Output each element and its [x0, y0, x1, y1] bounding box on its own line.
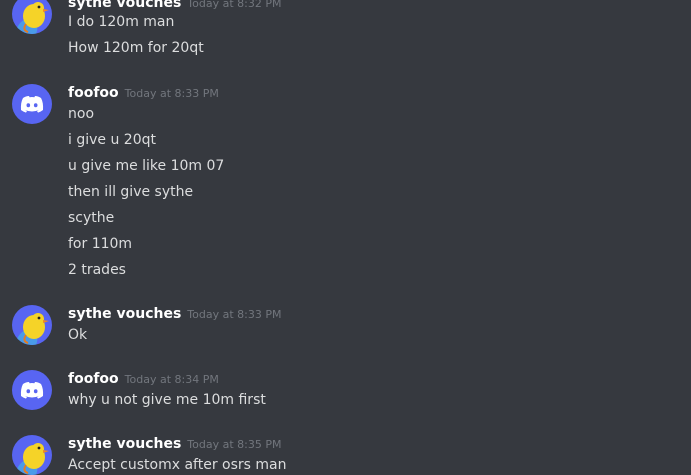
message-header: foofoo Today at 8:34 PM	[68, 368, 219, 388]
message-text: 2 trades	[68, 262, 126, 278]
duck-avatar-icon	[12, 305, 52, 345]
message-text: How 120m for 20qt	[68, 40, 204, 56]
timestamp: Today at 8:32 PM	[187, 0, 282, 10]
message-text: why u not give me 10m first	[68, 392, 266, 408]
message-header: sythe vouches Today at 8:32 PM	[68, 0, 281, 12]
message-text: u give me like 10m 07	[68, 158, 225, 174]
timestamp: Today at 8:33 PM	[124, 87, 219, 100]
message-text: Ok	[68, 327, 88, 343]
chat-message-list: sythe vouches Today at 8:32 PM I do 120m …	[0, 0, 691, 475]
user-avatar[interactable]	[12, 370, 52, 410]
message-header: foofoo Today at 8:33 PM	[68, 82, 219, 102]
message-text: noo	[68, 106, 95, 122]
message-text: scythe	[68, 210, 115, 226]
message-text: I do 120m man	[68, 14, 175, 30]
message-text: i give u 20qt	[68, 132, 156, 148]
discord-logo-icon	[12, 84, 52, 124]
timestamp: Today at 8:34 PM	[124, 373, 219, 386]
username[interactable]: sythe vouches	[68, 436, 181, 452]
message-text: then ill give sythe	[68, 184, 194, 200]
timestamp: Today at 8:35 PM	[187, 438, 282, 451]
message-header: sythe vouches Today at 8:33 PM	[68, 303, 281, 323]
duck-avatar-icon	[12, 435, 52, 475]
username[interactable]: sythe vouches	[68, 306, 181, 322]
discord-logo-icon	[12, 370, 52, 410]
username[interactable]: foofoo	[68, 371, 119, 387]
user-avatar[interactable]	[12, 84, 52, 124]
user-avatar[interactable]	[12, 305, 52, 345]
username[interactable]: sythe vouches	[68, 0, 181, 11]
user-avatar[interactable]	[12, 0, 52, 34]
message-text: Accept customx after osrs man	[68, 457, 287, 473]
username[interactable]: foofoo	[68, 85, 119, 101]
message-header: sythe vouches Today at 8:35 PM	[68, 433, 281, 453]
message-text: for 110m	[68, 236, 133, 252]
duck-avatar-icon	[12, 0, 52, 34]
timestamp: Today at 8:33 PM	[187, 308, 282, 321]
user-avatar[interactable]	[12, 435, 52, 475]
